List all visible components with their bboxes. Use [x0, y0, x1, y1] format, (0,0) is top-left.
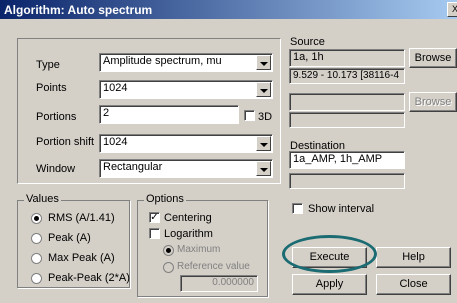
maximum-label: Maximum — [177, 244, 221, 255]
reference-radio[interactable] — [163, 262, 174, 273]
type-label: Type — [36, 59, 60, 71]
apply-button[interactable]: Apply — [292, 274, 367, 295]
options-caption: Options — [144, 193, 186, 205]
type-select[interactable]: Amplitude spectrum, mu — [99, 53, 273, 72]
chevron-down-icon[interactable] — [256, 82, 271, 97]
peak-label: Peak (A) — [48, 232, 91, 244]
centering-checkbox[interactable]: ✓ — [149, 212, 160, 223]
values-caption: Values — [24, 193, 61, 205]
type-select-value: Amplitude spectrum, mu — [103, 55, 222, 67]
secondary-browse-button[interactable]: Browse — [409, 92, 457, 112]
window-select[interactable]: Rectangular — [99, 159, 273, 178]
help-button[interactable]: Help — [376, 247, 451, 268]
peak-radio[interactable] — [31, 233, 42, 244]
reference-label: Reference value — [177, 261, 250, 272]
window-title: Algorithm: Auto spectrum — [4, 3, 153, 17]
max-peak-radio[interactable] — [31, 253, 42, 264]
close-icon[interactable]: X — [447, 2, 457, 17]
secondary-source-info — [289, 112, 405, 128]
threed-label: 3D — [258, 111, 273, 123]
threed-checkbox[interactable] — [244, 110, 255, 121]
source-field[interactable]: 1a, 1h — [289, 49, 405, 67]
portion-shift-value: 1024 — [103, 136, 128, 148]
chevron-down-icon[interactable] — [256, 161, 271, 176]
destination-field[interactable]: 1a_AMP, 1h_AMP — [289, 151, 405, 169]
points-select[interactable]: 1024 — [99, 80, 273, 99]
source-info: 9.529 - 10.173 [38116-4 — [289, 68, 405, 84]
peak-peak-label: Peak-Peak (2*A) — [48, 272, 130, 284]
window-select-value: Rectangular — [103, 161, 163, 173]
logarithm-checkbox[interactable] — [149, 228, 160, 239]
max-peak-label: Max Peak (A) — [48, 252, 115, 264]
source-label: Source — [290, 36, 325, 48]
execute-highlight-annotation — [282, 235, 377, 273]
source-browse-button[interactable]: Browse — [409, 48, 457, 68]
centering-label: Centering — [164, 212, 212, 224]
chevron-down-icon[interactable] — [256, 136, 271, 151]
show-interval-checkbox[interactable] — [292, 203, 303, 214]
window-label: Window — [36, 163, 76, 175]
logarithm-label: Logarithm — [164, 228, 213, 240]
maximum-radio[interactable] — [163, 245, 174, 256]
dialog-window: Algorithm: Auto spectrum X Type Amplitud… — [0, 0, 457, 303]
chevron-down-icon[interactable] — [256, 55, 271, 70]
secondary-source-field[interactable] — [289, 93, 405, 111]
portion-shift-label: Portion shift — [36, 136, 95, 148]
reference-value-input[interactable]: 0.000000 — [180, 275, 258, 292]
destination-info — [289, 173, 405, 189]
close-button[interactable]: Close — [376, 274, 451, 295]
points-select-value: 1024 — [103, 82, 128, 94]
show-interval-label: Show interval — [308, 203, 375, 215]
rms-radio[interactable] — [31, 213, 42, 224]
points-label: Points — [36, 82, 67, 94]
title-bar: Algorithm: Auto spectrum X — [0, 0, 457, 19]
rms-label: RMS (A/1.41) — [48, 212, 115, 224]
portions-label: Portions — [36, 111, 77, 123]
portion-shift-select[interactable]: 1024 — [99, 134, 273, 153]
portions-input[interactable]: 2 — [99, 105, 239, 124]
peak-peak-radio[interactable] — [31, 273, 42, 284]
